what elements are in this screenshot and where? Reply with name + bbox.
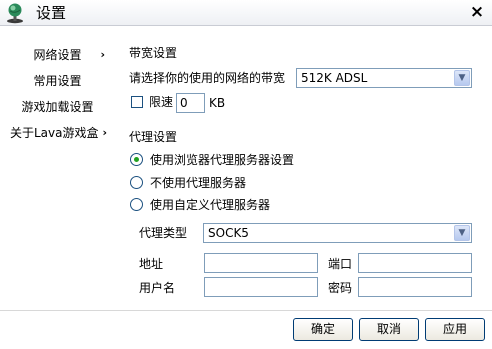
title-bar: 设置 × [0,0,492,26]
radio-browser-proxy-label: 使用浏览器代理服务器设置 [150,153,295,167]
proxy-type-value: SOCK5 [208,226,249,240]
footer-divider [0,310,492,311]
apply-button[interactable]: 应用 [425,318,485,341]
radio-no-proxy-label: 不使用代理服务器 [150,176,247,190]
radio-selected-dot [134,157,139,162]
radio-custom-proxy[interactable] [130,198,143,211]
sidebar-item-label: 网络设置 [33,48,82,62]
globe-icon [4,2,26,24]
chevron-right-icon: › [102,126,107,139]
limit-label: 限速 [149,95,174,109]
chevron-down-icon[interactable]: ▼ [454,225,470,241]
sidebar-item-about[interactable]: 关于Lava游戏盒 › [0,122,115,144]
ok-button[interactable]: 确定 [293,318,353,341]
password-field[interactable] [358,277,472,297]
sidebar-item-network[interactable]: 网络设置 › [0,44,115,66]
radio-browser-proxy[interactable] [130,153,143,166]
proxy-type-label: 代理类型 [139,226,188,240]
username-field[interactable] [204,277,318,297]
chevron-down-icon[interactable]: ▼ [454,70,470,86]
limit-input[interactable]: 0 [176,93,205,113]
port-field[interactable] [358,253,472,273]
sidebar-item-label: 游戏加载设置 [21,100,94,114]
sidebar-item-game-loading[interactable]: 游戏加载设置 [0,96,115,118]
limit-unit: KB [209,96,226,110]
bandwidth-section-title: 带宽设置 [129,46,178,60]
username-label: 用户名 [139,281,176,295]
sidebar: 网络设置 › 常用设置 游戏加载设置 关于Lava游戏盒 › [0,27,115,310]
address-label: 地址 [139,257,164,271]
limit-checkbox[interactable] [131,96,143,108]
window-title: 设置 [36,4,67,22]
sidebar-item-label: 关于Lava游戏盒 [10,126,99,140]
sidebar-item-general[interactable]: 常用设置 [0,70,115,92]
bandwidth-select[interactable]: 512K ADSL ▼ [296,68,472,88]
sidebar-item-label: 常用设置 [33,74,82,88]
radio-custom-proxy-label: 使用自定义代理服务器 [150,198,271,212]
settings-panel: 带宽设置 请选择你的使用的网络的带宽 512K ADSL ▼ 限速 0 KB 代… [115,27,492,310]
cancel-button[interactable]: 取消 [359,318,419,341]
proxy-type-select[interactable]: SOCK5 ▼ [203,223,472,243]
port-label: 端口 [328,257,353,271]
password-label: 密码 [328,281,353,295]
radio-no-proxy[interactable] [130,176,143,189]
proxy-section-title: 代理设置 [129,130,178,144]
chevron-right-icon: › [100,48,105,61]
close-icon[interactable]: × [468,3,486,21]
address-field[interactable] [204,253,318,273]
bandwidth-select-label: 请选择你的使用的网络的带宽 [129,71,286,85]
bandwidth-select-value: 512K ADSL [301,71,368,85]
